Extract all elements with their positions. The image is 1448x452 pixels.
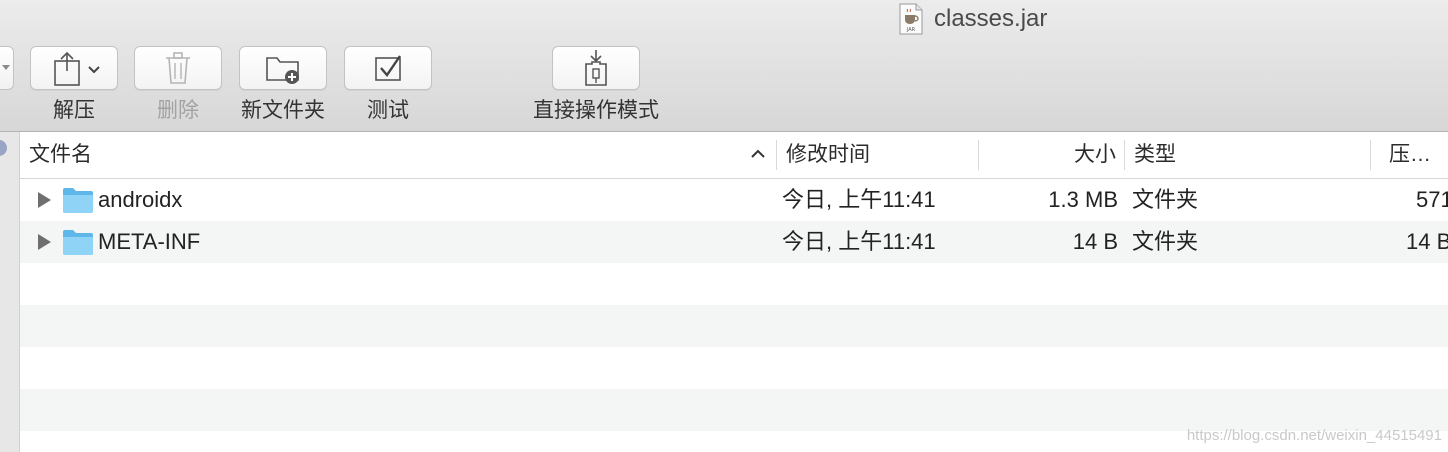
view-menu-button[interactable] [0, 46, 14, 90]
table-header: 文件名 修改时间 大小 类型 压… [20, 132, 1448, 179]
file-name: androidx [98, 187, 183, 212]
column-header-compressed[interactable]: 压… [1389, 132, 1431, 178]
file-table: 文件名 修改时间 大小 类型 压… androidx 今日, 上午11:41 1… [20, 132, 1448, 452]
extract-button[interactable] [30, 46, 118, 90]
window-title: JAR classes.jar [898, 2, 1047, 36]
empty-row [20, 389, 1448, 431]
column-divider[interactable] [776, 140, 777, 170]
column-divider[interactable] [978, 140, 979, 170]
file-size: 14 B [1072, 229, 1118, 254]
svg-text:JAR: JAR [906, 27, 916, 33]
delete-button[interactable] [134, 46, 222, 90]
new-folder-button[interactable] [239, 46, 327, 90]
disclosure-triangle-icon[interactable] [38, 192, 51, 208]
extract-icon [54, 51, 100, 86]
empty-row [20, 263, 1448, 305]
disclosure-triangle-icon[interactable] [38, 234, 51, 250]
trash-icon [166, 52, 190, 84]
test-button[interactable] [344, 46, 432, 90]
table-row[interactable]: META-INF 今日, 上午11:41 14 B 文件夹 14 B [20, 221, 1448, 263]
column-header-type[interactable]: 类型 [1134, 132, 1176, 178]
sort-ascending-icon[interactable] [748, 146, 768, 162]
folder-icon [63, 230, 93, 255]
table-body: androidx 今日, 上午11:41 1.3 MB 文件夹 571 META… [20, 179, 1448, 452]
toolbar: JAR classes.jar 解压 删除 新文件夹 测试 直接操作模式 [0, 0, 1448, 132]
column-divider[interactable] [1370, 140, 1371, 170]
new-folder-label: 新文件夹 [241, 99, 325, 122]
folder-icon [63, 188, 93, 213]
column-header-name[interactable]: 文件名 [29, 132, 92, 178]
file-compressed-size: 571 [1416, 187, 1448, 212]
file-type: 文件夹 [1132, 187, 1199, 212]
direct-mode-label: 直接操作模式 [533, 99, 659, 122]
table-row[interactable]: androidx 今日, 上午11:41 1.3 MB 文件夹 571 [20, 179, 1448, 221]
watermark: https://blog.csdn.net/weixin_44515491 [1186, 427, 1442, 444]
column-header-modified[interactable]: 修改时间 [786, 132, 870, 178]
chevron-down-icon [2, 65, 10, 70]
new-folder-icon [266, 57, 299, 84]
jar-file-icon: JAR [899, 3, 923, 35]
test-label: 测试 [367, 99, 409, 122]
empty-row [20, 347, 1448, 389]
window-title-text: classes.jar [934, 5, 1048, 32]
extract-label: 解压 [53, 99, 95, 122]
column-divider[interactable] [1124, 140, 1125, 170]
sidebar [0, 132, 20, 452]
file-type: 文件夹 [1132, 229, 1199, 254]
file-size: 1.3 MB [1048, 187, 1118, 212]
file-compressed-size: 14 B [1406, 229, 1448, 254]
direct-mode-icon [585, 50, 607, 86]
delete-label: 删除 [157, 99, 199, 122]
empty-row [20, 305, 1448, 347]
file-modified: 今日, 上午11:41 [782, 229, 936, 254]
file-modified: 今日, 上午11:41 [782, 187, 936, 212]
file-name: META-INF [98, 229, 201, 254]
chevron-down-icon [88, 66, 100, 74]
archive-window: JAR classes.jar 解压 删除 新文件夹 测试 直接操作模式 文件名… [0, 0, 1448, 452]
column-header-size[interactable]: 大小 [980, 132, 1116, 178]
checkbox-icon [375, 55, 401, 81]
direct-mode-button[interactable] [552, 46, 640, 90]
